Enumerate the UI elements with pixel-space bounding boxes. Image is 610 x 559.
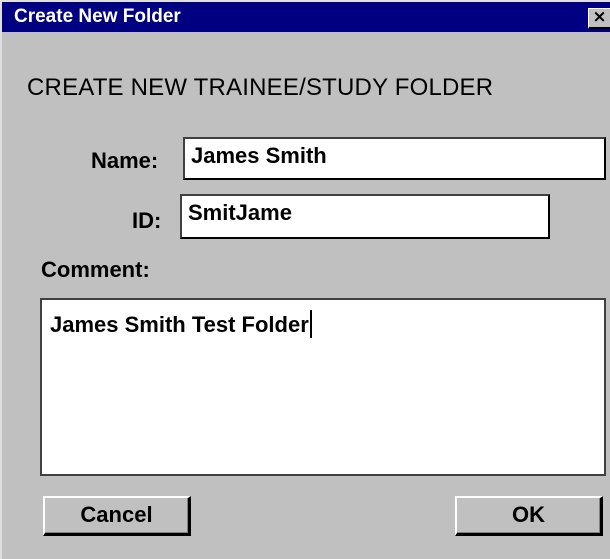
name-label: Name: [91, 148, 159, 173]
comment-label: Comment: [41, 257, 150, 282]
name-field[interactable]: James Smith [183, 137, 606, 180]
dialog-heading: CREATE NEW TRAINEE/STUDY FOLDER [27, 74, 494, 101]
window-title: Create New Folder [14, 6, 181, 27]
cancel-button[interactable]: Cancel [43, 496, 191, 536]
ok-button[interactable]: OK [455, 496, 603, 536]
comment-field[interactable]: James Smith Test Folder [40, 298, 606, 476]
text-cursor [309, 310, 312, 338]
title-bar[interactable]: Create New Folder [2, 2, 610, 32]
close-button[interactable]: × [588, 8, 610, 29]
create-folder-dialog: Create New Folder × CREATE NEW TRAINEE/S… [0, 0, 610, 559]
comment-text: James Smith Test Folder [50, 312, 309, 337]
close-icon: × [592, 7, 607, 27]
id-field[interactable]: SmitJame [180, 194, 550, 239]
id-label: ID: [132, 208, 162, 233]
